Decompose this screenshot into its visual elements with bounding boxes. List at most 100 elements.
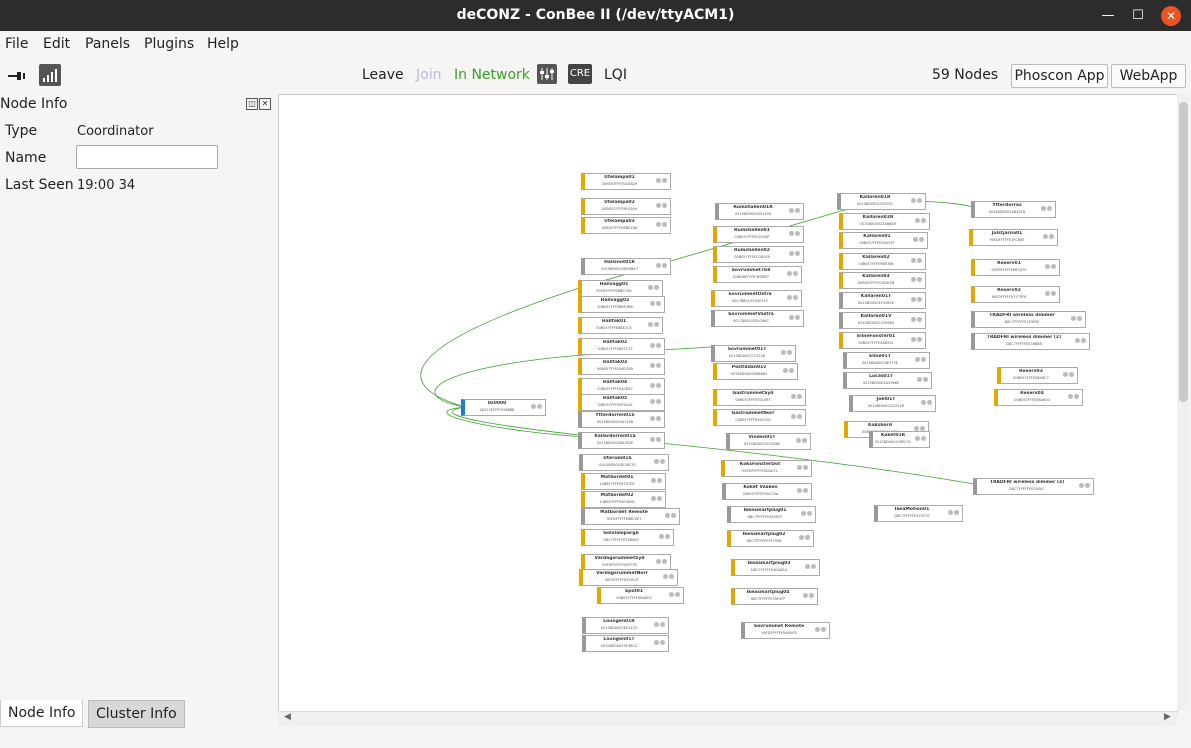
graph-node[interactable]: KoksFonsterDot 90FDFFFFFE0D0A72 bbox=[721, 460, 812, 477]
graph-node[interactable]: Källardörren01S 00158D0003B41B2E bbox=[578, 432, 665, 449]
graph-node-name: Köksbord bbox=[868, 423, 892, 428]
graph-node[interactable]: TRADFRI wireless dimmer (3) D8C7FFFFFE030… bbox=[973, 478, 1094, 495]
node-ports-icon bbox=[788, 231, 800, 236]
graph-node[interactable]: Halltak04 00B057FFFE0AC857 bbox=[578, 378, 665, 395]
graph-node-name: Matbordet02 bbox=[600, 493, 634, 498]
graph-node[interactable]: Loungen01T 00158D00023E3BCC bbox=[582, 635, 669, 652]
graph-node[interactable]: Matbordet02 14B657FFFE6F0858 bbox=[581, 491, 666, 508]
graph-node[interactable]: Julstjarna01 90FDFFFFFE1FCB5E bbox=[969, 229, 1058, 246]
graph-node[interactable]: Loungen01R 00158D0002E51470 bbox=[582, 617, 669, 634]
graph-node[interactable]: Reserv04 00B057FFFE0BA620 bbox=[994, 389, 1083, 406]
graph-node[interactable]: Hallvägg02 00B057FFFE8BE3B6 bbox=[578, 296, 665, 313]
scroll-right-icon[interactable]: ▶ bbox=[1164, 712, 1171, 722]
leave-button[interactable]: Leave bbox=[362, 67, 404, 83]
network-graph[interactable]: 0x0000 00212EFFFF058888 Utelampa01 00B057FF… bbox=[278, 94, 1178, 713]
join-button[interactable]: Join bbox=[416, 67, 441, 83]
graph-node[interactable]: Sovrummet01T 00158D0002713228 bbox=[711, 345, 796, 362]
graph-node[interactable]: GästrummetSyd 00B057FFFE921093 bbox=[713, 389, 806, 406]
graph-node[interactable]: Hallsnöt01R 00158D0005D55B47 bbox=[581, 258, 671, 275]
graph-node[interactable]: Ytterdörräs 00158D00024B42FD bbox=[971, 201, 1056, 218]
graph-node[interactable]: Rumshallen02 00B057FFFEC0D0F9 bbox=[713, 246, 804, 263]
graph-node-address: 00212EFFFF058888 bbox=[479, 408, 515, 412]
menu-help[interactable]: Help bbox=[207, 36, 239, 52]
tab-cluster-info[interactable]: Cluster Info bbox=[88, 700, 185, 728]
graph-node[interactable]: SovrummetÖstra 00178801037D051F bbox=[711, 290, 802, 307]
graph-node[interactable]: Halltak03 00B057FFFE0AD7B9 bbox=[578, 358, 665, 375]
cre-button[interactable]: CRE bbox=[568, 64, 592, 84]
graph-node[interactable]: Köket Vasken 00B057FFFE9AC23A bbox=[722, 483, 812, 500]
graph-node[interactable]: IkeaMotion01 D8C7FFFFFE457E7E bbox=[874, 505, 963, 522]
graph-node[interactable]: Köket01R 00158D000229EC31 bbox=[869, 431, 930, 448]
graph-node[interactable]: Matbordet01 14B657FFFE8787DF bbox=[581, 473, 666, 490]
graph-node-address: D8C7FFFFFE4DA0EA bbox=[751, 568, 787, 572]
graph-node[interactable]: Joel01T 00158D0002222526 bbox=[849, 395, 936, 412]
graph-node[interactable]: Ikeasmartplug01 D8C7FFFFFE8F0E57 bbox=[727, 506, 816, 523]
graph-node[interactable]: Utelampa02 00B057FFFE9F43A9 bbox=[581, 198, 671, 215]
graph-node[interactable]: Rumshallen01 00B057FFFEC0236F bbox=[713, 226, 804, 243]
graph-node[interactable]: Reserv03 00B057FFFE0BA6C7 bbox=[997, 367, 1078, 384]
sliders-icon[interactable] bbox=[537, 64, 557, 84]
graph-node[interactable]: TRADFRI wireless dimmer D8C7FFFFFE2F9FEE bbox=[971, 311, 1086, 328]
graph-node[interactable]: Halltak02 00B057FFFE8E7C75 bbox=[578, 338, 665, 355]
graph-node[interactable]: Ytterdorren01S 00158D0005A41256 bbox=[578, 411, 665, 428]
graph-node[interactable]: GästrummetNorr 00B057FFFE9A5700 bbox=[713, 409, 806, 426]
graph-node[interactable]: Ikeasmartplug02 D8C7FFFFFE5F7958 bbox=[727, 530, 814, 547]
graph-node[interactable]: Halltak01 00B057FFFE8BE2C5 bbox=[578, 317, 663, 334]
graph-node[interactable]: Halltak05 00B057FFFE9F41A9 bbox=[578, 394, 665, 411]
signal-bars-icon[interactable] bbox=[39, 64, 61, 86]
plug-icon[interactable] bbox=[8, 67, 30, 80]
menu-panels[interactable]: Panels bbox=[85, 36, 130, 52]
vertical-scrollbar[interactable] bbox=[1177, 94, 1190, 711]
lqi-button[interactable]: LQI bbox=[604, 67, 627, 83]
graph-node[interactable]: Postlådan01v 00158D00028D8B62 bbox=[713, 363, 798, 380]
graph-node[interactable]: Källaren01V 00158D00022309B3 bbox=[839, 312, 926, 329]
graph-node[interactable]: Eline01T 00158D00023E370E bbox=[843, 352, 930, 369]
graph-node[interactable]: TRADFRI wireless dimmer (2) D8C7FFFFFE07B… bbox=[971, 333, 1090, 350]
maximize-icon[interactable]: ☐ bbox=[1128, 6, 1148, 26]
horizontal-scrollbar[interactable]: ◀ ▶ bbox=[278, 711, 1177, 726]
graph-node[interactable]: Källaren02 00B057FFFE9BE386 bbox=[839, 253, 926, 270]
graph-node-address: 90FDFFFFFE1FCB5E bbox=[989, 238, 1025, 242]
graph-node[interactable]: Spot01 00B057FFFE9BA603 bbox=[597, 587, 684, 604]
webapp-button[interactable]: WebApp bbox=[1111, 64, 1186, 88]
graph-node[interactable]: ElineFönster01 00B057FFFE0A6252 bbox=[839, 332, 926, 349]
name-field[interactable] bbox=[76, 145, 218, 169]
graph-node[interactable]: Golvlampargb D8C7FFFFFE33B085 bbox=[581, 529, 674, 546]
graph-node[interactable]: 0x0000 00212EFFFF058888 bbox=[461, 399, 546, 416]
graph-node[interactable]: Utelampa03 00B057FFFE8BE1D6 bbox=[581, 217, 671, 234]
menu-plugins[interactable]: Plugins bbox=[144, 36, 194, 52]
graph-node[interactable]: Rumshallen01R 00158D0002E51404 bbox=[715, 203, 804, 220]
node-ports-icon bbox=[795, 438, 807, 443]
graph-node[interactable]: Källaren01 00B057FFFE0A553F bbox=[839, 232, 928, 249]
graph-node-name: Loungen01R bbox=[603, 619, 635, 624]
minimize-icon[interactable]: — bbox=[1098, 6, 1118, 26]
scroll-left-icon[interactable]: ◀ bbox=[284, 712, 291, 722]
tab-node-info[interactable]: Node Info bbox=[0, 700, 84, 727]
float-icon[interactable]: ◫ bbox=[246, 98, 258, 110]
menu-edit[interactable]: Edit bbox=[43, 36, 70, 52]
phoscon-app-button[interactable]: Phoscon App bbox=[1011, 64, 1108, 88]
graph-node[interactable]: Källaren02R 00158D00023AB8D9 bbox=[839, 213, 930, 230]
graph-node[interactable]: Sovrummet Remote 90FDFFFFFE5A69C8 bbox=[741, 622, 830, 639]
graph-node[interactable]: Sovrummet768 D0BD6FFFFE3E5B87 bbox=[713, 266, 802, 283]
graph-node[interactable]: VardagsrummetNorr 90FDFFFFFE92917F bbox=[579, 569, 678, 586]
close-panel-icon[interactable]: ✕ bbox=[259, 98, 271, 110]
graph-node[interactable]: Utelampa01 00B057FFFE0A4B29 bbox=[581, 173, 671, 190]
vertical-scroll-thumb[interactable] bbox=[1179, 102, 1188, 402]
graph-node[interactable]: Hallvägg01 90FDFFFFFE8BE79D bbox=[578, 280, 663, 297]
graph-node[interactable]: Ikeasmartplug04 D8C7FFFFFE55E5FF bbox=[731, 588, 818, 605]
graph-node[interactable]: Reserv01 90FDFFFFFE8B7A7E bbox=[971, 259, 1060, 276]
graph-node[interactable]: Ikeasmartplug03 D8C7FFFFFE4DA0EA bbox=[731, 559, 820, 576]
graph-node[interactable]: Lucas01T 00158D0002A3366E bbox=[843, 372, 932, 389]
graph-node[interactable]: Uterum01S 00158D0003E1BC32 bbox=[579, 454, 669, 471]
graph-node[interactable]: Matbordet Remote 90FDFFFFFE8BC0E7 bbox=[581, 508, 680, 525]
menu-file[interactable]: File bbox=[5, 36, 28, 52]
graph-node[interactable]: Vinden01T 00158D0002222880 bbox=[726, 433, 811, 450]
graph-node[interactable]: SovrummetVästra 0017880103E4768C bbox=[711, 310, 804, 327]
graph-node[interactable]: Källaren01R 00158D000225301F bbox=[837, 193, 926, 210]
graph-node[interactable]: Källaren03 00B057FFFEC0DD2B bbox=[839, 272, 926, 289]
graph-node[interactable]: Källaren01T 00158D0001F5360E bbox=[839, 292, 926, 309]
graph-node-address: 00158D0001F5360E bbox=[858, 301, 894, 305]
close-icon[interactable]: ✕ bbox=[1161, 6, 1181, 26]
graph-node[interactable]: Reserv02 90FDFFFFFE3775F6 bbox=[971, 286, 1060, 303]
